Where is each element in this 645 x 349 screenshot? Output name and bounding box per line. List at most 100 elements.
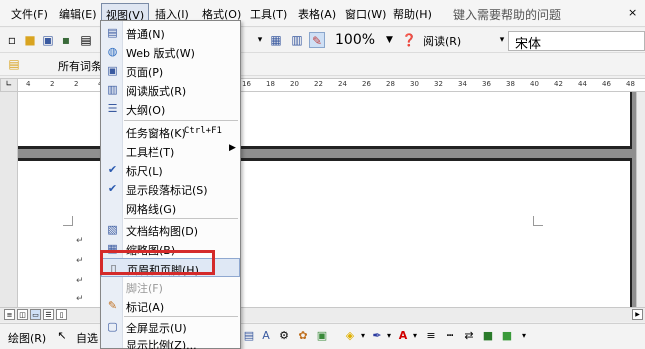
menu-item-ruler[interactable]: ✔ 标尺(L) [101,160,240,179]
outline-view-icon: ☰ [107,102,118,115]
zoom-dropdown-arrow-icon[interactable]: ▼ [386,35,393,45]
menu-item-label: 网格线(G) [126,203,177,216]
menu-bar: 文件(F) 编辑(E) 视图(V) 插入(I) 格式(O) 工具(T) 表格(A… [0,0,645,27]
menu-window[interactable]: 窗口(W) [345,6,386,22]
page-layout-icon: ▣ [107,64,118,77]
menu-item-label: 任务窗格(K) [126,127,186,140]
open-folder-icon[interactable]: ■ [22,32,38,48]
ruler-tick-label: 16 [242,80,251,88]
ruler-tick-label: 34 [458,80,467,88]
menu-item-footnote: 脚注(F) [101,277,240,296]
menu-help[interactable]: 帮助(H) [393,6,432,22]
reading-view-button-icon[interactable]: ▯ [56,309,67,320]
normal-view-button-icon[interactable]: ≡ [4,309,15,320]
menu-item-label: 阅读版式(R) [126,85,187,98]
fill-color-dropdown-icon[interactable]: ▾ [356,329,370,343]
web-view-button-icon[interactable]: ◫ [17,309,28,320]
ruler-tick-label: 26 [362,80,371,88]
ruler-tick-label: 40 [530,80,539,88]
columns-icon[interactable]: ▥ [289,32,305,48]
ruler-tick-label: 46 [602,80,611,88]
menu-item-normal[interactable]: ▤ 普通(N) [101,23,240,42]
dash-style-icon[interactable]: ┅ [443,329,457,343]
help-icon[interactable]: ❓ [401,32,417,48]
menu-table[interactable]: 表格(A) [298,6,336,22]
draw-menu-button[interactable]: 绘图(R) [8,330,46,346]
drawing-toolbar: 绘图(R) ↖ 自选 ▤ A ⚙ ✿ ▣ ◈ ▾ ✒ ▾ A ▾ ≡ ┅ ⇄ ■… [0,323,645,349]
paragraph-mark-icon: ↵ [76,294,84,304]
fill-color-icon[interactable]: ◈ [343,329,357,343]
close-document-button[interactable]: × [628,6,637,19]
menu-expand-chevron-icon[interactable]: ⌄ [100,338,241,346]
page-view-button-icon[interactable]: ▭ [30,309,41,320]
menu-item-web-layout[interactable]: ◍ Web 版式(W) [101,42,240,61]
submenu-arrow-icon: ▶ [229,143,236,153]
textbox-icon[interactable]: ▤ [242,329,256,343]
tab-selector-icon[interactable]: ∟ [0,78,18,92]
ruler-tick-label: 48 [626,80,635,88]
3d-style-icon[interactable]: ■ [500,329,514,343]
ruler-tick-label: 30 [410,80,419,88]
line-style-icon[interactable]: ≡ [424,329,438,343]
wordart-icon[interactable]: A [259,329,273,343]
save-icon[interactable]: ▣ [40,32,56,48]
menu-item-label: 显示段落标记(S) [126,184,208,197]
permission-icon[interactable]: ▪ [58,32,74,48]
insert-picture-icon[interactable]: ▣ [315,329,329,343]
vertical-ruler[interactable] [0,92,18,307]
checkmark-icon: ✔ [107,182,118,195]
font-color-dropdown-icon[interactable]: ▾ [408,329,422,343]
clipart-icon[interactable]: ✿ [296,329,310,343]
menu-item-show-paragraph-marks[interactable]: ✔ 显示段落标记(S) [101,179,240,198]
ruler-tick-label: 36 [482,80,491,88]
menu-separator [124,120,238,121]
menu-item-task-pane[interactable]: 任务窗格(K) Ctrl+F1 [101,122,240,141]
vertical-scrollbar[interactable] [636,92,645,307]
drawing-toggle-icon[interactable]: ✎ [309,32,325,48]
select-objects-icon[interactable]: ↖ [55,329,69,343]
shadow-style-icon[interactable]: ■ [481,329,495,343]
menu-item-page[interactable]: ▣ 页面(P) [101,61,240,80]
menu-item-label: 工具栏(T) [126,146,175,159]
autoshapes-button[interactable]: 自选 [76,330,98,346]
menu-item-reading-layout[interactable]: ▥ 阅读版式(R) [101,80,240,99]
print-icon[interactable]: ▤ [78,32,94,48]
menu-item-document-map[interactable]: ▧ 文档结构图(D) [101,220,240,239]
ruler-tick-label: 2 [50,80,55,88]
menu-item-outline[interactable]: ☰ 大纲(O) [101,99,240,118]
ruler-tick-label: 32 [434,80,443,88]
normal-view-icon: ▤ [107,26,118,39]
menu-item-label: 页面(P) [126,66,164,79]
menu-item-gridlines[interactable]: 网格线(G) [101,198,240,217]
toolbar-options-icon[interactable]: ▾ [517,329,531,343]
new-document-icon[interactable]: ▫ [4,32,20,48]
help-search-input[interactable]: 键入需要帮助的问题 [447,2,622,24]
table-icon[interactable]: ▦ [268,32,284,48]
ruler-tick-label: 24 [338,80,347,88]
document-map-icon: ▧ [107,223,118,236]
line-color-dropdown-icon[interactable]: ▾ [382,329,396,343]
ruler-tick-label: 22 [314,80,323,88]
arrow-style-icon[interactable]: ⇄ [462,329,476,343]
menu-item-markup[interactable]: ✎ 标记(A) [101,296,240,315]
dropdown-arrow-icon[interactable]: ▾ [252,32,268,48]
outline-view-button-icon[interactable]: ☰ [43,309,54,320]
menu-item-shortcut: Ctrl+F1 [184,126,222,136]
menu-file[interactable]: 文件(F) [11,6,48,22]
menu-tools[interactable]: 工具(T) [250,6,287,22]
read-mode-button[interactable]: 阅读(R) [423,33,461,49]
ruler-tick-label: 42 [554,80,563,88]
menu-edit[interactable]: 编辑(E) [59,6,97,22]
font-name-select[interactable]: 宋体 [508,31,645,52]
ruler-tick-label: 28 [386,80,395,88]
margin-corner-left [63,216,73,226]
scroll-right-icon[interactable]: ▶ [632,309,643,320]
autotext-entries-button[interactable]: 所有词条 [58,58,102,74]
paragraph-mark-icon: ↵ [76,276,84,286]
view-menu-dropdown: ▤ 普通(N) ◍ Web 版式(W) ▣ 页面(P) ▥ 阅读版式(R) ☰ … [100,20,241,349]
autotext-icon[interactable]: ▤ [6,56,22,72]
autotext-toolbar: ▤ 所有词条 [0,53,645,76]
diagram-icon[interactable]: ⚙ [277,329,291,343]
menu-item-label: 文档结构图(D) [126,225,199,238]
menu-item-toolbars[interactable]: 工具栏(T) ▶ [101,141,240,160]
